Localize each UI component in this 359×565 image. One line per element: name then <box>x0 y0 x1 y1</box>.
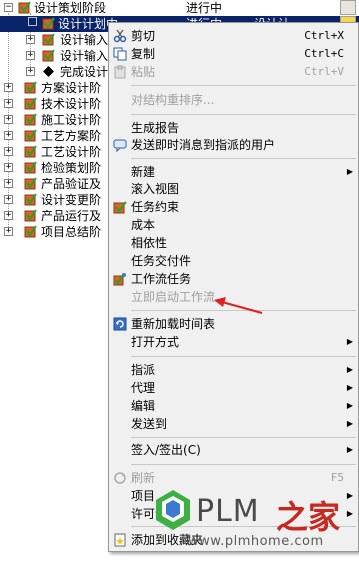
annotation-arrow <box>214 297 263 314</box>
plm-logo-icon <box>156 490 190 530</box>
plm-watermark: PLM 之家 www.plmhome.com <box>150 484 359 554</box>
watermark-brand: PLM <box>196 494 260 529</box>
watermark-brand-cn: 之家 <box>276 498 341 536</box>
watermark-url: www.plmhome.com <box>188 534 324 549</box>
